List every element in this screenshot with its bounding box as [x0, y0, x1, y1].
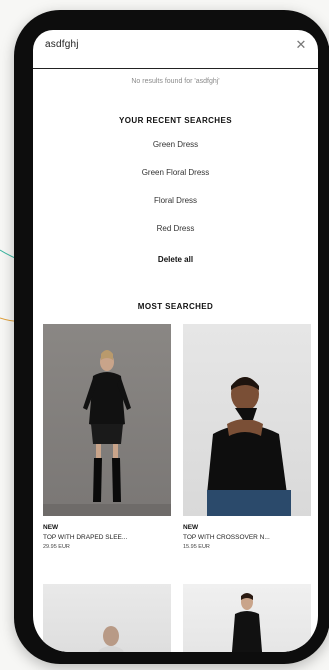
search-bar[interactable]: asdfghj ✕	[33, 30, 318, 69]
product-card[interactable]	[43, 584, 171, 652]
delete-all-button[interactable]: Delete all	[33, 255, 318, 264]
recent-searches-title: YOUR RECENT SEARCHES	[119, 116, 232, 125]
model-figure	[98, 626, 124, 652]
recent-search-item[interactable]: Red Dress	[33, 222, 318, 250]
product-image[interactable]	[43, 324, 171, 516]
phone-screen: asdfghj ✕ No results found for 'asdfghj'…	[33, 30, 318, 652]
product-image[interactable]	[183, 324, 311, 516]
product-image[interactable]	[43, 584, 171, 652]
product-card[interactable]	[183, 584, 311, 652]
product-card[interactable]: NEW TOP WITH CROSSOVER N... 15.95 EUR	[183, 324, 311, 550]
no-results-message: No results found for 'asdfghj'	[131, 78, 220, 85]
model-figure	[207, 377, 291, 516]
product-image[interactable]	[183, 584, 311, 652]
recent-searches-list: Green Dress Green Floral Dress Floral Dr…	[33, 138, 318, 250]
new-badge: NEW	[183, 524, 199, 531]
product-name[interactable]: TOP WITH CROSSOVER N...	[183, 534, 311, 541]
product-name[interactable]: TOP WITH DRAPED SLEE...	[43, 534, 171, 541]
close-icon[interactable]: ✕	[294, 38, 308, 52]
search-input[interactable]: asdfghj	[45, 39, 79, 50]
recent-search-item[interactable]: Floral Dress	[33, 194, 318, 222]
model-figure	[43, 350, 171, 516]
most-searched-title: MOST SEARCHED	[137, 302, 214, 311]
product-price: 15.95 EUR	[183, 544, 210, 550]
product-card[interactable]: NEW TOP WITH DRAPED SLEE... 29.95 EUR	[43, 324, 171, 550]
recent-search-item[interactable]: Green Floral Dress	[33, 166, 318, 194]
product-price: 29.95 EUR	[43, 544, 70, 550]
recent-search-item[interactable]: Green Dress	[33, 138, 318, 166]
model-figure	[231, 593, 263, 652]
new-badge: NEW	[43, 524, 59, 531]
